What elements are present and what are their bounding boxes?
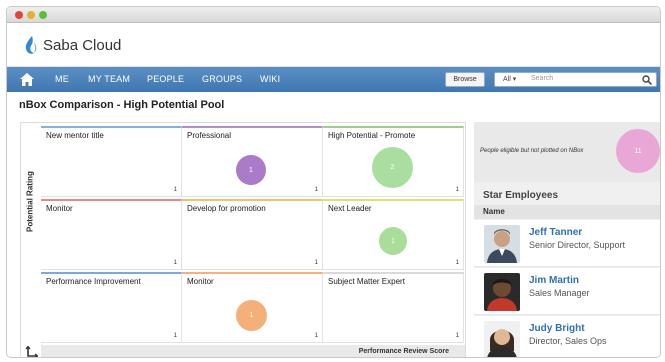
side-panel: People eligible but not plotted on NBox … bbox=[474, 122, 660, 357]
x-axis-bar: Performance Review Score bbox=[41, 345, 465, 357]
saba-logo-icon bbox=[25, 36, 37, 54]
main-navbar: ME MY TEAM PEOPLE GROUPS WIKI Browse All… bbox=[7, 67, 660, 92]
nbox-cell[interactable]: Performance Improvement 1 bbox=[41, 272, 182, 343]
avatar bbox=[484, 225, 520, 263]
brand-header: Saba Cloud bbox=[7, 23, 660, 67]
star-employees-header: Star Employees bbox=[483, 190, 559, 201]
list-item[interactable]: Jeff Tanner Senior Director, Support bbox=[474, 220, 660, 267]
page-title: nBox Comparison - High Potential Pool bbox=[19, 99, 225, 111]
nbox-cell[interactable]: Next Leader 1 1 bbox=[323, 199, 464, 270]
employee-role: Director, Sales Ops bbox=[529, 336, 607, 346]
title-bar bbox=[7, 7, 660, 23]
eligible-text: People eligible but not plotted on NBox bbox=[480, 148, 584, 154]
nav-my-team[interactable]: MY TEAM bbox=[88, 74, 130, 84]
search-placeholder: Search bbox=[531, 75, 554, 82]
employee-bubble[interactable]: 2 bbox=[372, 147, 413, 188]
employee-name[interactable]: Jeff Tanner bbox=[529, 227, 582, 238]
close-window-button[interactable] bbox=[15, 11, 23, 19]
employee-name[interactable]: Judy Bright bbox=[529, 323, 585, 334]
employee-bubble[interactable]: 1 bbox=[236, 300, 267, 331]
nbox-cell[interactable]: Monitor 1 1 bbox=[182, 272, 323, 343]
list-item[interactable]: Judy Bright Director, Sales Ops bbox=[474, 316, 660, 357]
avatar bbox=[484, 273, 520, 311]
swap-axes-icon[interactable] bbox=[25, 346, 38, 358]
nbox-cell[interactable]: Monitor 1 bbox=[41, 199, 182, 270]
nbox-cell[interactable]: High Potential - Promote 2 1 bbox=[323, 126, 464, 197]
employee-role: Senior Director, Support bbox=[529, 240, 626, 250]
search-icon[interactable] bbox=[642, 75, 652, 85]
employee-bubble[interactable]: 1 bbox=[379, 227, 407, 255]
nbox-cell[interactable]: New mentor title 1 bbox=[41, 126, 182, 197]
avatar bbox=[484, 321, 520, 357]
nav-groups[interactable]: GROUPS bbox=[202, 74, 242, 84]
browse-button[interactable]: Browse bbox=[445, 72, 485, 87]
nbox-cell[interactable]: Professional 1 1 bbox=[182, 126, 323, 197]
minimize-window-button[interactable] bbox=[27, 11, 35, 19]
y-axis-label: Potential Rating bbox=[25, 171, 35, 232]
nbox-grid: Potential Rating New mentor title 1 Prof… bbox=[20, 122, 466, 358]
x-axis-label: Performance Review Score bbox=[358, 348, 449, 355]
list-item[interactable]: Jim Martin Sales Manager bbox=[474, 268, 660, 315]
nav-people[interactable]: PEOPLE bbox=[147, 74, 184, 84]
nbox-cell[interactable]: Develop for promotion 1 bbox=[182, 199, 323, 270]
search-scope-select[interactable]: All ▾ bbox=[503, 75, 516, 83]
employee-role: Sales Manager bbox=[529, 288, 590, 298]
employee-bubble[interactable]: 1 bbox=[236, 155, 266, 185]
eligible-not-plotted: People eligible but not plotted on NBox … bbox=[474, 122, 660, 182]
zoom-window-button[interactable] bbox=[39, 11, 47, 19]
nav-wiki[interactable]: WIKI bbox=[260, 74, 280, 84]
eligible-count-bubble[interactable]: 11 bbox=[616, 129, 660, 173]
home-icon[interactable] bbox=[20, 73, 34, 86]
search-input[interactable]: All ▾ Search bbox=[494, 72, 657, 87]
nav-me[interactable]: ME bbox=[55, 74, 69, 84]
nbox-cell[interactable]: Subject Matter Expert 1 bbox=[323, 272, 464, 343]
employee-name[interactable]: Jim Martin bbox=[529, 275, 579, 286]
app-name: Saba Cloud bbox=[43, 37, 122, 54]
app-window: Saba Cloud ME MY TEAM PEOPLE GROUPS WIKI… bbox=[6, 6, 661, 358]
name-column-header: Name bbox=[474, 205, 660, 219]
